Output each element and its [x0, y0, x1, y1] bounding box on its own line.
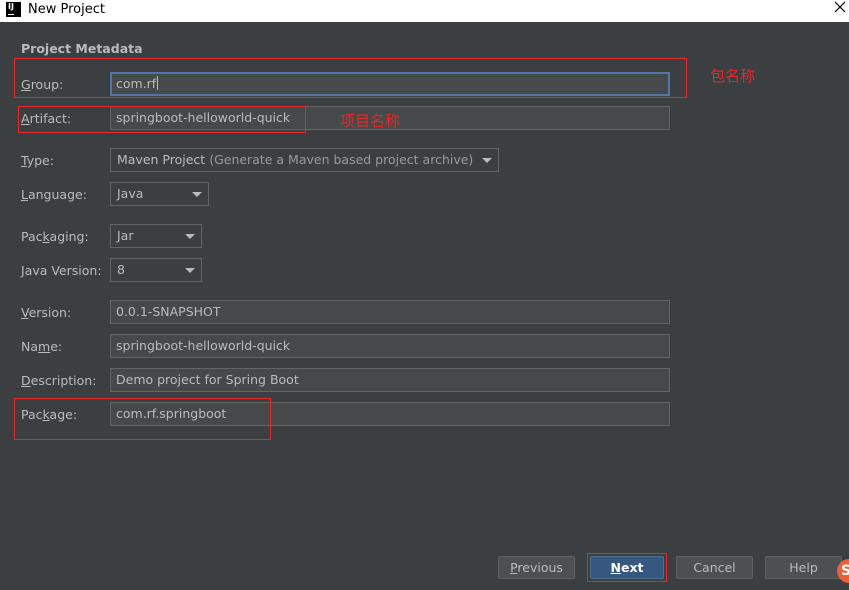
package-label: Package: [21, 407, 78, 422]
java-version-label: Java Version: [21, 263, 102, 278]
artifact-label: Artifact: [21, 111, 72, 126]
packaging-label: Packaging: [21, 229, 89, 244]
title-bar[interactable]: IJ New Project [0, 0, 849, 22]
cancel-button[interactable]: Cancel [676, 556, 753, 579]
new-project-window: IJ New Project Project Metadata Group: c… [0, 0, 849, 590]
window-title: New Project [28, 2, 105, 17]
name-label: Name: [21, 339, 63, 354]
dropdown-arrow-icon [192, 192, 202, 197]
next-button[interactable]: Next [590, 556, 664, 579]
dropdown-arrow-icon [185, 234, 195, 239]
help-button[interactable]: Help [765, 556, 842, 579]
intellij-logo-icon: IJ [6, 2, 21, 17]
java-version-dropdown[interactable]: 8 [110, 258, 202, 282]
package-input[interactable]: com.rf.springboot [110, 402, 670, 426]
description-input[interactable]: Demo project for Spring Boot [110, 368, 670, 392]
language-label: Language: [21, 187, 87, 202]
section-title: Project Metadata [21, 41, 143, 56]
dropdown-arrow-icon [185, 268, 195, 273]
packaging-dropdown[interactable]: Jar [110, 224, 202, 248]
dropdown-arrow-icon [482, 158, 492, 163]
description-label: Description: [21, 373, 97, 388]
artifact-annotation: 项目名称 [340, 112, 401, 130]
name-input[interactable]: springboot-helloworld-quick [110, 334, 670, 358]
type-dropdown[interactable]: Maven Project (Generate a Maven based pr… [110, 148, 499, 172]
sogou-logo-icon: S [837, 559, 849, 583]
close-icon[interactable] [833, 0, 847, 14]
group-input[interactable]: com.rf [110, 72, 670, 96]
type-label: Type: [21, 153, 54, 168]
text-caret [157, 76, 159, 90]
group-annotation: 包名称 [710, 67, 756, 85]
group-label: Group: [21, 77, 64, 92]
version-input[interactable]: 0.0.1-SNAPSHOT [110, 300, 670, 324]
language-dropdown[interactable]: Java [110, 182, 209, 206]
previous-button[interactable]: Previous [498, 556, 575, 579]
version-label: Version: [21, 305, 72, 320]
